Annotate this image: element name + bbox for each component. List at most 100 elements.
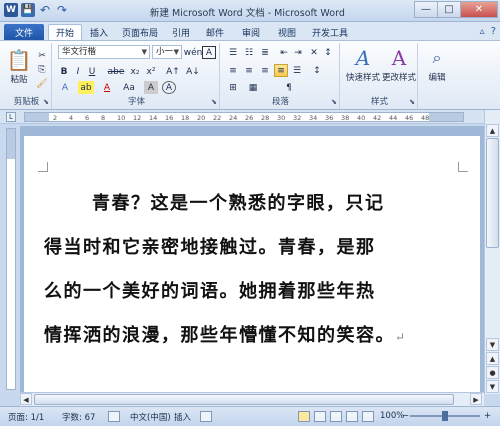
quick-styles-button[interactable]: A 快速样式: [346, 45, 380, 83]
wen-icon[interactable]: wén: [184, 46, 203, 59]
change-case-button[interactable]: Aa: [120, 81, 138, 94]
horizontal-scroll-thumb[interactable]: [34, 394, 454, 405]
distributed-icon[interactable]: ☰: [290, 64, 304, 77]
enclose-char-button[interactable]: A: [162, 81, 176, 94]
char-shading-button[interactable]: A: [144, 81, 158, 94]
prev-page-icon[interactable]: ▲: [486, 352, 499, 365]
multilevel-list-icon[interactable]: ≣: [258, 46, 272, 59]
font-color-button[interactable]: A: [100, 81, 114, 94]
word-count[interactable]: 字数: 67: [62, 411, 95, 423]
paragraph-launcher-icon[interactable]: ⬊: [331, 98, 337, 106]
line-spacing-icon[interactable]: ↕: [310, 64, 324, 77]
editing-group: ⌕ 编辑: [420, 43, 454, 109]
zoom-in-button[interactable]: +: [484, 411, 491, 421]
scroll-down-icon[interactable]: ▼: [486, 338, 499, 351]
scroll-left-icon[interactable]: ◀: [20, 393, 32, 405]
numbering-icon[interactable]: ☷: [242, 46, 256, 59]
save-icon[interactable]: 💾: [21, 3, 35, 17]
align-center-icon[interactable]: ≡: [242, 64, 256, 77]
tab-insert[interactable]: 插入: [84, 24, 114, 40]
help-icon[interactable]: ?: [491, 26, 496, 37]
italic-button[interactable]: I: [72, 65, 84, 78]
align-left-icon[interactable]: ≡: [226, 64, 240, 77]
clipboard-launcher-icon[interactable]: ⬊: [43, 98, 49, 106]
strikethrough-button[interactable]: abe: [106, 65, 126, 78]
sort-icon[interactable]: ↕: [322, 46, 334, 59]
vertical-scrollbar[interactable]: ▲ ▼ ▲ ● ▼: [484, 110, 500, 394]
page-count[interactable]: 页面: 1/1: [8, 411, 44, 423]
tab-references[interactable]: 引用: [166, 24, 196, 40]
decrease-indent-icon[interactable]: ⇤: [278, 46, 290, 59]
justify-icon[interactable]: ≡: [274, 64, 288, 77]
font-size-combo[interactable]: 小一 ▼: [152, 45, 182, 59]
align-right-icon[interactable]: ≡: [258, 64, 272, 77]
tab-review[interactable]: 审阅: [236, 24, 266, 40]
vertical-scroll-thumb[interactable]: [486, 138, 499, 248]
scroll-right-icon[interactable]: ▶: [470, 393, 482, 405]
minimize-button[interactable]: —: [414, 1, 438, 18]
chinese-layout-icon[interactable]: ✕: [308, 46, 320, 59]
zoom-out-button[interactable]: −: [402, 411, 409, 421]
tab-mailings[interactable]: 邮件: [200, 24, 230, 40]
tab-page-layout[interactable]: 页面布局: [118, 24, 162, 40]
zoom-slider-knob[interactable]: [442, 411, 448, 421]
zoom-slider[interactable]: [410, 411, 480, 421]
tab-file[interactable]: 文件: [4, 24, 44, 40]
ruler-tick-label: 48: [421, 114, 430, 122]
shading-icon[interactable]: ⊞: [226, 81, 240, 94]
insert-mode[interactable]: 插入: [174, 411, 191, 423]
show-marks-icon[interactable]: ¶: [282, 81, 296, 94]
page[interactable]: 青春？这是一个熟悉的字眼，只记 得当时和它亲密地接触过。青春，是那 么的一个美好…: [24, 136, 480, 392]
change-styles-button[interactable]: A 更改样式: [382, 45, 416, 83]
grow-font-button[interactable]: A↑: [164, 65, 182, 78]
view-outline-icon[interactable]: [346, 411, 358, 422]
view-full-screen-icon[interactable]: [314, 411, 326, 422]
borders-icon[interactable]: ▦: [246, 81, 260, 94]
change-styles-label: 更改样式: [382, 73, 417, 83]
copy-icon[interactable]: ⎘: [36, 63, 48, 76]
redo-icon[interactable]: ↷: [55, 3, 69, 17]
document-area[interactable]: 青春？这是一个熟悉的字眼，只记 得当时和它亲密地接触过。青春，是那 么的一个美好…: [20, 126, 484, 392]
proofing-icon[interactable]: [108, 411, 120, 422]
underline-button[interactable]: U: [86, 65, 98, 78]
font-launcher-icon[interactable]: ⬊: [211, 98, 217, 106]
view-draft-icon[interactable]: [362, 411, 374, 422]
bullets-icon[interactable]: ☰: [226, 46, 240, 59]
tab-home[interactable]: 开始: [48, 24, 82, 40]
paste-button[interactable]: 📋 粘贴: [6, 47, 32, 85]
next-page-icon[interactable]: ▼: [486, 380, 499, 393]
increase-indent-icon[interactable]: ⇥: [292, 46, 304, 59]
cut-icon[interactable]: ✂: [36, 49, 48, 62]
maximize-button[interactable]: □: [437, 1, 461, 18]
view-web-layout-icon[interactable]: [330, 411, 342, 422]
tab-developer[interactable]: 开发工具: [308, 24, 352, 40]
undo-icon[interactable]: ↶: [38, 3, 52, 17]
view-print-layout-icon[interactable]: [298, 411, 310, 422]
superscript-button[interactable]: x²: [144, 65, 158, 78]
browse-object-icon[interactable]: ●: [486, 366, 499, 379]
zoom-level[interactable]: 100%: [380, 411, 404, 421]
bold-button[interactable]: B: [58, 65, 70, 78]
document-body[interactable]: 青春？这是一个熟悉的字眼，只记 得当时和它亲密地接触过。青春，是那 么的一个美好…: [44, 182, 424, 358]
font-name-combo[interactable]: 华文行楷 ▼: [58, 45, 150, 59]
tab-selector-icon[interactable]: L: [6, 112, 16, 122]
subscript-button[interactable]: x₂: [128, 65, 142, 78]
format-painter-icon[interactable]: 🖌: [36, 77, 48, 90]
vertical-ruler[interactable]: [6, 128, 16, 390]
tab-view[interactable]: 视图: [272, 24, 302, 40]
word-logo-icon[interactable]: W: [4, 3, 18, 17]
text-effects-button[interactable]: A: [58, 81, 72, 94]
char-border-icon[interactable]: A: [202, 46, 216, 59]
horizontal-ruler[interactable]: 2 4 6 8 10 12 14 16 18 20 22 24 26 28 30 32 34 36 38 40 42 44…: [24, 112, 464, 122]
ruler-tick-label: 20: [197, 114, 206, 122]
close-button[interactable]: ✕: [460, 1, 498, 18]
scroll-up-icon[interactable]: ▲: [486, 124, 499, 137]
highlight-button[interactable]: ab: [78, 81, 94, 94]
minimize-ribbon-icon[interactable]: ▵: [480, 26, 485, 37]
shrink-font-button[interactable]: A↓: [184, 65, 202, 78]
horizontal-scrollbar[interactable]: ◀ ▶: [20, 392, 484, 406]
styles-launcher-icon[interactable]: ⬊: [409, 98, 415, 106]
language-status[interactable]: 中文(中国): [130, 411, 171, 423]
macro-record-icon[interactable]: [200, 411, 212, 422]
editing-button[interactable]: ⌕ 编辑: [424, 45, 450, 83]
